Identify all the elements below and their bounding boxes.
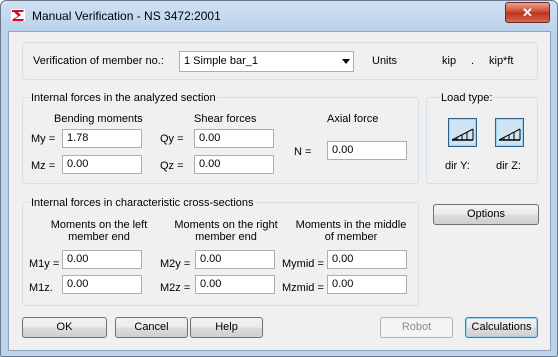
- characteristic-title: Internal forces in characteristic cross-…: [30, 197, 255, 209]
- robot-button[interactable]: Robot: [380, 317, 453, 338]
- units-moment: kip*ft: [489, 55, 514, 67]
- n-input[interactable]: 0.00: [327, 141, 407, 160]
- shear-forces-header: Shear forces: [194, 113, 257, 125]
- qz-input[interactable]: 0.00: [194, 155, 274, 174]
- bending-moments-header: Bending moments: [54, 113, 143, 125]
- m2y-label: M2y =: [160, 258, 191, 270]
- calculations-button[interactable]: Calculations: [465, 317, 538, 338]
- mymid-label: Mymid =: [282, 258, 324, 270]
- load-type-title: Load type:: [440, 92, 494, 104]
- help-button[interactable]: Help: [190, 317, 263, 338]
- dir-y-label: dir Y:: [445, 160, 470, 172]
- load-diagram-y-icon: [451, 128, 474, 141]
- middle-header: Moments in the middle of member: [291, 219, 411, 243]
- window-title: Manual Verification - NS 3472:2001: [32, 9, 221, 23]
- my-input[interactable]: 1.78: [62, 129, 142, 148]
- left-end-header-line2: member end: [68, 231, 130, 243]
- n-label: N =: [294, 146, 312, 158]
- units-force: kip: [442, 55, 457, 67]
- options-button[interactable]: Options: [433, 204, 539, 225]
- m2y-input[interactable]: 0.00: [195, 250, 275, 269]
- m2z-label: M2z =: [160, 282, 191, 294]
- axial-force-header: Axial force: [327, 113, 379, 125]
- load-dir-z-button[interactable]: [495, 118, 524, 147]
- right-end-header-line2: member end: [195, 231, 257, 243]
- m1y-label: M1y =: [29, 258, 60, 270]
- m1z-label: M1z.: [29, 282, 53, 294]
- robot-app-icon: [11, 9, 25, 21]
- m2z-input[interactable]: 0.00: [195, 275, 275, 294]
- right-end-header: Moments on the right member end: [166, 219, 286, 243]
- member-select-value: 1 Simple bar_1: [184, 55, 258, 67]
- units-label: Units: [372, 55, 398, 67]
- m1y-input[interactable]: 0.00: [62, 250, 142, 269]
- qy-label: Qy =: [160, 133, 184, 145]
- member-select[interactable]: 1 Simple bar_1: [179, 51, 354, 72]
- dir-z-label: dir Z:: [496, 160, 522, 172]
- mz-label: Mz =: [31, 160, 56, 172]
- m1z-input[interactable]: 0.00: [62, 275, 142, 294]
- left-end-header: Moments on the left member end: [39, 219, 159, 243]
- cancel-button[interactable]: Cancel: [115, 317, 188, 338]
- title-bar[interactable]: Manual Verification - NS 3472:2001 ✕: [1, 1, 557, 31]
- member-label: Verification of member no.:: [33, 55, 164, 67]
- mzmid-label: Mzmid =: [282, 282, 324, 294]
- manual-verification-dialog: Manual Verification - NS 3472:2001 ✕ Ver…: [0, 0, 558, 357]
- ok-button[interactable]: OK: [22, 317, 107, 338]
- right-end-header-line1: Moments on the right: [174, 219, 278, 231]
- close-button[interactable]: ✕: [505, 2, 550, 23]
- qz-label: Qz =: [160, 160, 184, 172]
- left-end-header-line1: Moments on the left: [50, 219, 148, 231]
- mz-input[interactable]: 0.00: [62, 155, 142, 174]
- chevron-down-icon[interactable]: [342, 59, 350, 64]
- units-separator: .: [471, 55, 475, 67]
- load-diagram-z-icon: [498, 128, 521, 141]
- mzmid-input[interactable]: 0.00: [327, 275, 407, 294]
- my-label: My =: [31, 133, 56, 145]
- qy-input[interactable]: 0.00: [194, 129, 274, 148]
- internal-forces-title: Internal forces in the analyzed section: [30, 92, 217, 104]
- dialog-client-area: Verification of member no.: 1 Simple bar…: [8, 31, 551, 351]
- load-dir-y-button[interactable]: [448, 118, 477, 147]
- mymid-input[interactable]: 0.00: [327, 250, 407, 269]
- middle-header-line1: Moments in the middle: [295, 219, 407, 231]
- middle-header-line2: of member: [324, 231, 378, 243]
